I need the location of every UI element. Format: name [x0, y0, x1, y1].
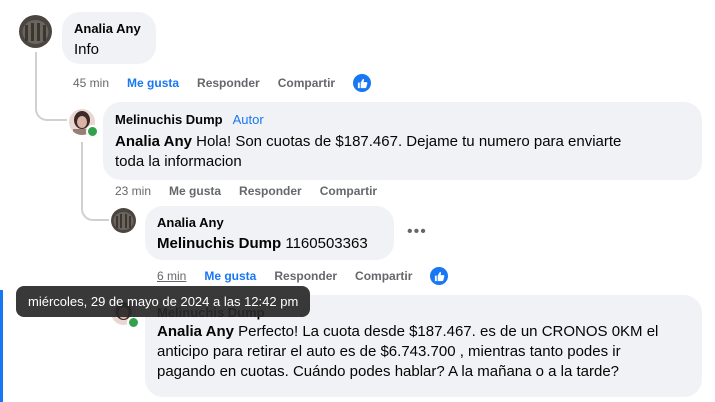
timestamp-tooltip: miércoles, 29 de mayo de 2024 a las 12:4…: [16, 286, 311, 317]
comment-text: Melinuchis Dump 1160503363: [157, 234, 382, 254]
reply-button[interactable]: Responder: [239, 184, 302, 198]
reply-button[interactable]: Responder: [197, 76, 260, 90]
share-button[interactable]: Compartir: [278, 76, 335, 90]
comment-text-line: toda la informacion: [115, 153, 242, 170]
active-comment-indicator: [0, 290, 3, 402]
comment-timestamp[interactable]: 23 min: [115, 184, 151, 198]
like-button[interactable]: Me gusta: [127, 76, 179, 90]
online-status-icon: [86, 125, 99, 138]
share-button[interactable]: Compartir: [320, 184, 377, 198]
avatar[interactable]: [19, 15, 52, 48]
avatar[interactable]: [111, 208, 136, 233]
comment-actions: 45 min Me gusta Responder Compartir: [73, 74, 372, 92]
comment-text-line: Perfecto! La cuota desde $187.467. es de…: [233, 323, 659, 340]
like-button[interactable]: Me gusta: [204, 269, 256, 283]
more-options-icon[interactable]: •••: [407, 223, 427, 241]
comment-text: Analia Any Perfecto! La cuota desde $187…: [157, 322, 690, 382]
comment-text-line: 1160503363: [281, 235, 368, 252]
comment-text-line: anticipo para retirar el auto es de $6.7…: [157, 343, 621, 360]
comment-author[interactable]: Analia Any: [157, 214, 382, 231]
comment-author[interactable]: Analia Any: [74, 20, 144, 37]
reply-button[interactable]: Responder: [274, 269, 337, 283]
mention-link[interactable]: Analia Any: [157, 323, 234, 340]
comment-text: Analia Any Hola! Son cuotas de $187.467.…: [115, 132, 690, 172]
like-thumb-icon: [353, 74, 372, 92]
like-button[interactable]: Me gusta: [169, 184, 221, 198]
comment-text: Info: [74, 41, 100, 58]
thread-line: [35, 52, 37, 107]
comment-actions: 6 min Me gusta Responder Compartir: [157, 267, 449, 285]
like-thumb-icon: [430, 267, 449, 285]
author-badge: Autor: [232, 112, 264, 127]
comment-timestamp[interactable]: 45 min: [73, 76, 109, 90]
comment-bubble: Analia Any Melinuchis Dump 1160503363: [145, 206, 394, 260]
comment-author: Melinuchis Dump Autor: [115, 111, 690, 128]
comment-text-line: pagando en cuotas. Cuándo podes hablar? …: [157, 363, 620, 380]
thread-curve: [81, 201, 109, 221]
comment-text-line: Hola! Son cuotas de $187.467. Dejame tu …: [191, 133, 622, 150]
thread-line: [81, 142, 83, 202]
thread-curve: [35, 105, 67, 121]
mention-link[interactable]: Melinuchis Dump: [157, 235, 281, 252]
comment-timestamp[interactable]: 6 min: [157, 269, 186, 283]
share-button[interactable]: Compartir: [355, 269, 412, 283]
mention-link[interactable]: Analia Any: [115, 133, 192, 150]
online-status-icon: [127, 316, 140, 329]
comment-author-name[interactable]: Melinuchis Dump: [115, 112, 223, 127]
comment-bubble: Melinuchis Dump Autor Analia Any Hola! So…: [103, 102, 702, 180]
comment-actions: 23 min Me gusta Responder Compartir: [115, 182, 395, 200]
comment-bubble: Analia Any Info: [62, 12, 156, 64]
